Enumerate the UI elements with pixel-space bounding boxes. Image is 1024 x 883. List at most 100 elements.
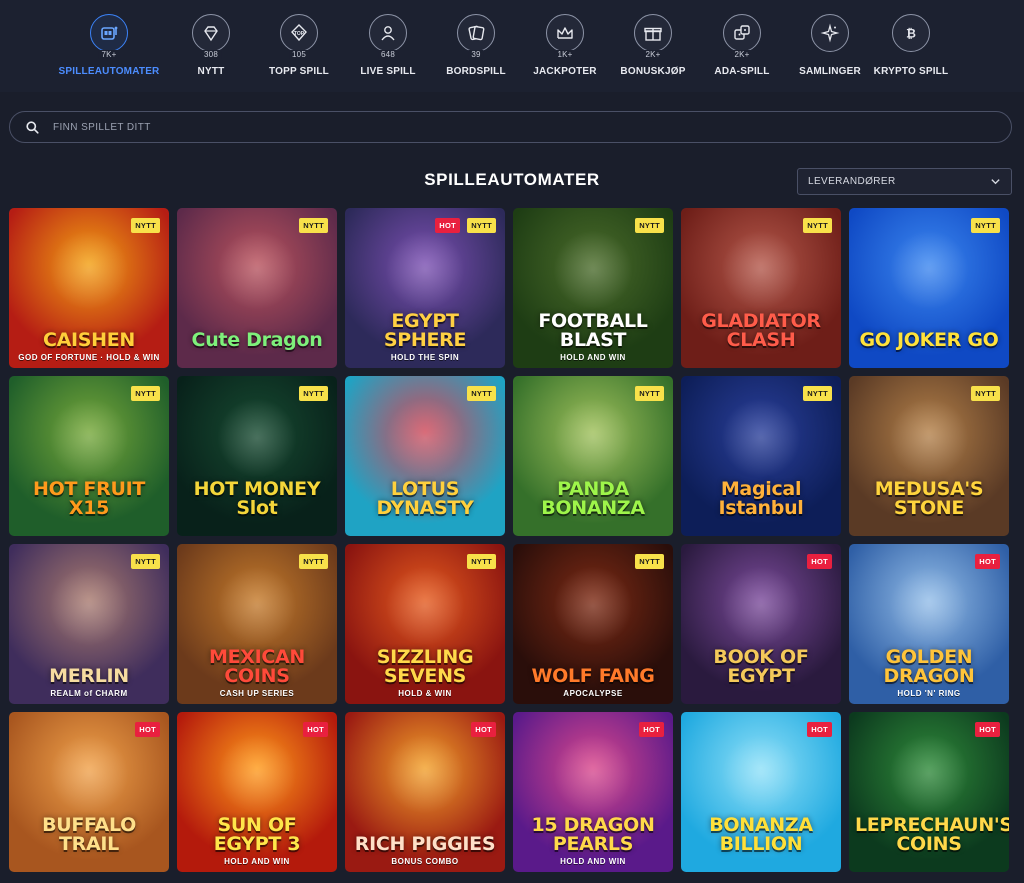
game-artwork-glow (217, 566, 297, 646)
game-tile[interactable]: CAISHEN GOD OF FORTUNE · HOLD & WIN NYTT (9, 208, 169, 368)
game-artwork-glow (553, 566, 633, 646)
game-title: MEDUSA'S STONE (874, 478, 984, 519)
category-label: TOPP SPILL (269, 66, 329, 77)
nytt-badge: NYTT (635, 218, 664, 233)
game-artwork-glow (385, 230, 465, 310)
dice-icon: 2K+ (723, 14, 761, 59)
game-tile[interactable]: MEXICAN COINS CASH UP SERIES NYTT (177, 544, 337, 704)
category-slots[interactable]: 7K+ SPILLEAUTOMATER (59, 14, 159, 86)
game-grid: CAISHEN GOD OF FORTUNE · HOLD & WIN NYTT Cu… (9, 208, 1013, 872)
hot-badge: HOT (807, 722, 832, 737)
game-title: FOOTBALL BLAST (538, 310, 648, 351)
game-tile[interactable]: LOTUS DYNASTY NYTT (345, 376, 505, 536)
game-artwork-glow (217, 398, 297, 478)
nytt-badge: NYTT (131, 386, 160, 401)
gift-icon: 2K+ (634, 14, 672, 59)
search-bar[interactable] (9, 111, 1012, 143)
category-label: LIVE SPILL (360, 66, 416, 77)
game-title: GLADIATOR CLASH (701, 310, 821, 351)
game-tile[interactable]: WOLF FANG APOCALYPSE NYTT (513, 544, 673, 704)
hot-badge: HOT (135, 722, 160, 737)
nytt-badge: NYTT (803, 218, 832, 233)
game-title: MERLIN (49, 665, 129, 687)
category-count: 7K+ (98, 50, 120, 59)
category-bonus[interactable]: 2K+ BONUSKJØP (603, 14, 703, 86)
search-input[interactable] (53, 121, 953, 133)
category-crypto[interactable]: ₿ KRYPTO SPILL (861, 14, 961, 86)
category-label: NYTT (197, 66, 225, 77)
game-tile[interactable]: BONANZA BILLION HOT (681, 712, 841, 872)
game-tile[interactable]: PANDA BONANZA NYTT (513, 376, 673, 536)
game-tile[interactable]: Magical Istanbul NYTT (681, 376, 841, 536)
bitcoin-icon: ₿ (892, 14, 930, 52)
providers-label: LEVERANDØRER (808, 176, 896, 187)
game-tile[interactable]: SIZZLING SEVENS HOLD & WIN NYTT (345, 544, 505, 704)
category-ada[interactable]: 2K+ ADA-SPILL (692, 14, 792, 86)
game-subtitle: HOLD & WIN (398, 689, 452, 698)
game-title: LOTUS DYNASTY (376, 478, 474, 519)
game-tile[interactable]: GOLDEN DRAGON HOLD 'N' RING HOT (849, 544, 1009, 704)
category-label: SAMLINGER (799, 66, 861, 77)
category-label: SPILLEAUTOMATER (58, 66, 160, 77)
game-artwork-glow (385, 734, 465, 814)
category-count: 105 (289, 50, 309, 59)
chevron-down-icon (991, 179, 1000, 185)
category-count: 648 (378, 50, 398, 59)
game-tile[interactable]: GO JOKER GO NYTT (849, 208, 1009, 368)
game-artwork-glow (49, 566, 129, 646)
category-jackpot[interactable]: 1K+ JACKPOTER (515, 14, 615, 86)
category-table[interactable]: 39 BORDSPILL (426, 14, 526, 86)
category-label: BORDSPILL (446, 66, 506, 77)
game-artwork-glow (385, 398, 465, 478)
nytt-badge: NYTT (467, 218, 496, 233)
category-new[interactable]: 308 NYTT (161, 14, 261, 86)
category-count: 308 (201, 50, 221, 59)
game-title: SUN OF EGYPT 3 (213, 814, 301, 855)
category-count: 2K+ (642, 50, 664, 59)
game-artwork-glow (721, 734, 801, 814)
game-tile[interactable]: MEDUSA'S STONE NYTT (849, 376, 1009, 536)
game-artwork-glow (553, 230, 633, 310)
game-tile[interactable]: SUN OF EGYPT 3 HOLD AND WIN HOT (177, 712, 337, 872)
dealer-icon: 648 (369, 14, 407, 59)
category-live[interactable]: 648 LIVE SPILL (338, 14, 438, 86)
cards-icon: 39 (457, 14, 495, 59)
game-tile[interactable]: GLADIATOR CLASH NYTT (681, 208, 841, 368)
game-subtitle: GOD OF FORTUNE · HOLD & WIN (18, 353, 160, 362)
game-artwork-glow (49, 230, 129, 310)
nytt-badge: NYTT (467, 554, 496, 569)
game-title: PANDA BONANZA (541, 478, 645, 519)
game-tile[interactable]: HOT MONEY Slot NYTT (177, 376, 337, 536)
game-tile[interactable]: BOOK OF EGYPT HOT (681, 544, 841, 704)
game-artwork-glow (217, 230, 297, 310)
game-title: HOT FRUIT X15 (33, 478, 145, 519)
game-tile[interactable]: 15 DRAGON PEARLS HOLD AND WIN HOT (513, 712, 673, 872)
game-artwork-glow (889, 398, 969, 478)
nytt-badge: NYTT (971, 386, 1000, 401)
game-subtitle: REALM of CHARM (50, 689, 128, 698)
game-title: GO JOKER GO (859, 329, 999, 351)
hot-badge: HOT (303, 722, 328, 737)
game-title: BUFFALO TRAIL (42, 814, 136, 855)
game-artwork-glow (889, 566, 969, 646)
game-tile[interactable]: LEPRECHAUN'S COINS HOT (849, 712, 1009, 872)
game-artwork-glow (217, 734, 297, 814)
game-tile[interactable]: FOOTBALL BLAST HOLD AND WIN NYTT (513, 208, 673, 368)
game-tile[interactable]: BUFFALO TRAIL HOT (9, 712, 169, 872)
category-count: 39 (468, 50, 484, 59)
game-artwork-glow (385, 566, 465, 646)
game-title: BONANZA BILLION (709, 814, 813, 855)
game-title: SIZZLING SEVENS (376, 646, 474, 687)
game-tile[interactable]: EGYPT SPHERE HOLD THE SPIN HOT NYTT (345, 208, 505, 368)
game-tile[interactable]: RICH PIGGIES BONUS COMBO HOT (345, 712, 505, 872)
game-artwork-glow (721, 566, 801, 646)
nytt-badge: NYTT (299, 218, 328, 233)
game-tile[interactable]: HOT FRUIT X15 NYTT (9, 376, 169, 536)
providers-dropdown[interactable]: LEVERANDØRER (797, 168, 1012, 195)
game-tile[interactable]: MERLIN REALM of CHARM NYTT (9, 544, 169, 704)
game-tile[interactable]: Cute Dragon NYTT (177, 208, 337, 368)
game-title: EGYPT SPHERE (383, 310, 467, 351)
svg-text:TOP: TOP (294, 31, 305, 37)
category-top[interactable]: TOP 105 TOPP SPILL (249, 14, 349, 86)
game-subtitle: HOLD AND WIN (224, 857, 290, 866)
